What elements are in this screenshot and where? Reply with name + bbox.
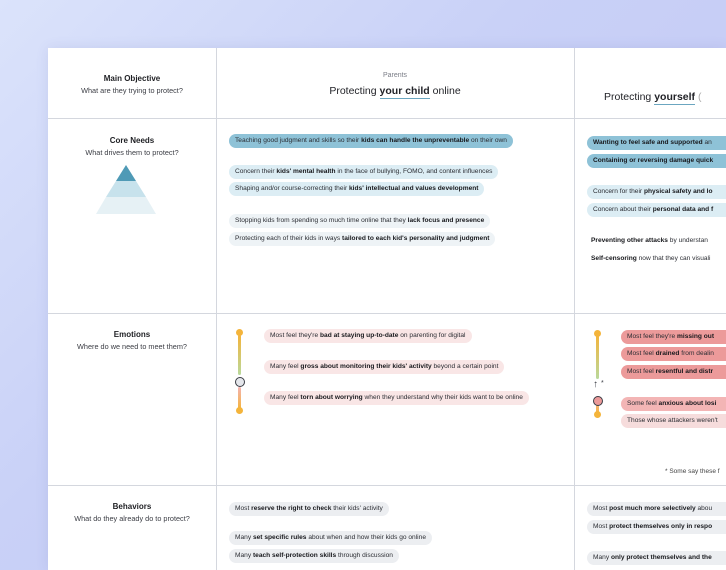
persona-board: Main Objective What are they trying to p… [48, 48, 726, 570]
row-title: Core Needs [109, 136, 155, 145]
row-title: Behaviors [112, 502, 152, 511]
emotion-scale-track [596, 335, 599, 379]
scale-end-dot [594, 411, 601, 418]
need-item: Wanting to feel safe and supported an [587, 136, 726, 150]
emotion-item: Most feel they're bad at staying up-to-d… [264, 329, 472, 343]
scale-end-dot [594, 330, 601, 337]
row-title: Emotions [113, 330, 151, 339]
need-item: Preventing other attacks by understan [591, 237, 708, 244]
scale-end-dot [236, 407, 243, 414]
emotion-item: Most feel they're missing out [621, 330, 726, 344]
row-divider [48, 485, 726, 486]
row-divider [48, 313, 726, 314]
need-item: Stopping kids from spending so much time… [229, 214, 491, 228]
emotion-item: Many feel torn about worrying when they … [264, 391, 529, 405]
column-heading: Protecting your child online [329, 85, 461, 99]
need-item: Protecting each of their kids in ways ta… [229, 232, 496, 246]
behavior-item: Most protect themselves only in respo [587, 520, 726, 534]
emotion-item: Some feel anxious about losi [621, 397, 726, 411]
behavior-item: Most post much more selectively abou [587, 502, 726, 516]
emotion-scale-track [238, 387, 241, 409]
row-label-emotions: Emotions Where do we need to meet them? [48, 330, 216, 351]
emotion-scale-track [238, 335, 241, 375]
need-item: Containing or reversing damage quick [587, 154, 726, 168]
emotion-item: Many feel gross about monitoring their k… [264, 360, 505, 374]
row-label-needs: Core Needs What drives them to protect? [48, 136, 216, 157]
row-subtitle: What drives them to protect? [85, 148, 179, 157]
need-item: Concern for their physical safety and lo [587, 185, 726, 199]
scale-marker [593, 396, 603, 406]
row-subtitle: What are they trying to protect? [81, 86, 183, 95]
pyramid-icon [96, 165, 156, 214]
row-label-behaviors: Behaviors What do they already do to pro… [48, 502, 216, 523]
self-column-header: Protecting yourself ( [604, 85, 726, 105]
column-heading: Protecting yourself ( [604, 91, 702, 105]
behavior-item: Many teach self-protection skills throug… [229, 549, 399, 563]
row-subtitle: What do they already do to protect? [74, 514, 190, 523]
arrow-up-icon: ↑ [593, 379, 598, 390]
scale-marker [235, 377, 245, 387]
scale-end-dot [236, 329, 243, 336]
emotion-item: Most feel resentful and distr [621, 365, 726, 379]
behavior-item: Many only protect themselves and the [587, 551, 726, 565]
need-item: Shaping and/or course-correcting their k… [229, 182, 485, 196]
column-caption: Parents [382, 72, 408, 79]
row-label-objective: Main Objective What are they trying to p… [48, 74, 216, 95]
row-divider [48, 118, 726, 119]
emotion-item: Those whose attackers weren't [621, 414, 726, 428]
column-divider [216, 48, 217, 570]
behavior-item: Most reserve the right to check their ki… [229, 502, 389, 516]
row-title: Main Objective [103, 74, 161, 83]
asterisk-icon: * [601, 380, 604, 387]
emotion-item: Most feel drained from dealin [621, 347, 726, 361]
need-item: Concern about their personal data and f [587, 203, 726, 217]
behavior-item: Many set specific rules about when and h… [229, 531, 432, 545]
need-item: Teaching good judgment and skills so the… [229, 134, 513, 148]
column-divider [574, 48, 575, 570]
need-item: Concern their kids' mental health in the… [229, 165, 499, 179]
parents-column-header: Parents Protecting your child online [216, 72, 574, 99]
row-subtitle: Where do we need to meet them? [77, 342, 187, 351]
footnote: * Some say these f [665, 468, 720, 475]
need-item: Self-censoring now that they can visuali [591, 255, 711, 262]
